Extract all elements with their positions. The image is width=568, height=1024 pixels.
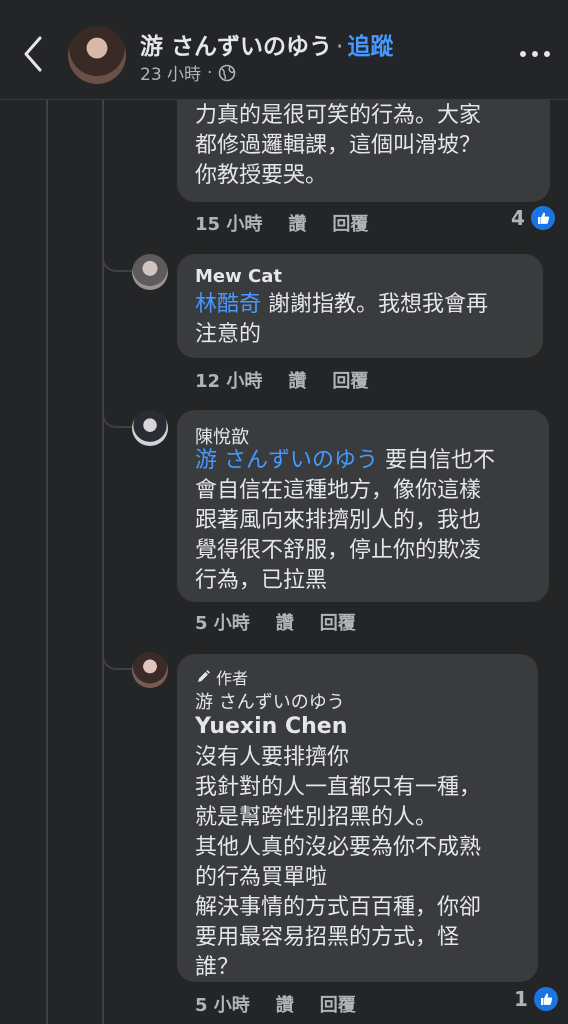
mention-link[interactable]: 游 さんずいのゆう <box>195 448 378 473</box>
author-avatar[interactable] <box>68 26 126 84</box>
separator-dot: · <box>336 34 344 60</box>
comment-author[interactable]: 游 さんずいのゆう <box>195 688 345 714</box>
author-name[interactable]: 游 さんずいのゆう <box>140 34 332 60</box>
comment-text: 沒有人要排擠你 我針對的人一直都只有一種， 就是幫跨性別招黑的人。 其他人真的沒… <box>195 745 482 980</box>
comment-actions: 5 小時 讚 回覆 <box>195 991 356 1017</box>
reply-button[interactable]: 回覆 <box>320 991 356 1017</box>
comment-text-rest: 會自信在這種地方，像你這樣 跟著風向來排擠別人的，我也 覺得很不舒服，停止你的欺… <box>195 478 482 593</box>
chevron-left-icon <box>24 36 42 72</box>
post-timestamp[interactable]: 23 小時 <box>140 60 201 85</box>
thread-elbow <box>102 398 132 428</box>
comment-actions: 12 小時 讚 回覆 <box>195 367 368 393</box>
back-button[interactable] <box>14 32 54 76</box>
reply-button[interactable]: 回覆 <box>320 609 356 635</box>
like-button[interactable]: 讚 <box>288 210 306 236</box>
separator-dot: · <box>207 62 213 83</box>
like-button[interactable]: 讚 <box>276 609 294 635</box>
reaction-count: 4 <box>511 206 525 230</box>
author-badge: 作者 <box>195 665 248 689</box>
thread-line-outer <box>46 100 48 1024</box>
comment-timestamp[interactable]: 5 小時 <box>195 609 250 635</box>
reaction-summary[interactable]: 4 <box>511 206 555 230</box>
pen-icon <box>198 670 210 682</box>
comment-text: 游 さんずいのゆう 要自信也不會自信在這種地方，像你這樣 跟著風向來排擠別人的，… <box>195 446 545 596</box>
follow-button[interactable]: 追蹤 <box>347 34 393 60</box>
thumbs-up-icon <box>533 987 558 1011</box>
more-options-button[interactable] <box>518 46 552 60</box>
post-meta: 23 小時 · <box>140 60 236 85</box>
reply-button[interactable]: 回覆 <box>332 367 368 393</box>
page-title: 游 さんずいのゆう · 追蹤 <box>140 27 393 61</box>
comment-timestamp[interactable]: 5 小時 <box>195 991 250 1017</box>
thumbs-up-icon <box>530 206 555 230</box>
comment-timestamp[interactable]: 12 小時 <box>195 367 262 393</box>
mention-link[interactable]: 林酷奇 <box>195 292 261 317</box>
comment-author[interactable]: Mew Cat <box>195 266 282 287</box>
reaction-count: 1 <box>514 987 528 1011</box>
comment-text-line1: 謝謝指教。我想我會再 <box>261 292 489 317</box>
comment-text-line1: 要自信也不 <box>378 448 495 473</box>
author-badge-label: 作者 <box>216 669 249 688</box>
globe-icon <box>219 64 236 81</box>
more-horizontal-icon <box>520 51 550 57</box>
like-button[interactable]: 讚 <box>276 991 294 1017</box>
tagged-user[interactable]: Yuexin Chen <box>195 714 347 739</box>
comment-text-rest: 注意的 <box>195 322 262 347</box>
post-header: 游 さんずいのゆう · 追蹤 23 小時 · <box>0 0 568 100</box>
reply-button[interactable]: 回覆 <box>332 210 368 236</box>
like-button[interactable]: 讚 <box>288 367 306 393</box>
comment-actions: 15 小時 讚 回覆 <box>195 210 368 236</box>
comment-text: 力真的是很可笑的行為。大家 都修過邏輯課，這個叫滑坡？ 你教授要哭。 <box>195 103 482 188</box>
reaction-summary[interactable]: 1 <box>514 987 558 1011</box>
thread-elbow <box>102 240 132 272</box>
comment-timestamp[interactable]: 15 小時 <box>195 210 262 236</box>
commenter-avatar[interactable] <box>132 410 168 446</box>
commenter-avatar[interactable] <box>132 254 168 290</box>
comment-actions: 5 小時 讚 回覆 <box>195 609 356 635</box>
thread-elbow <box>102 640 132 670</box>
comment-text: 林酷奇 謝謝指教。我想我會再注意的 <box>195 290 540 350</box>
thread-line-inner <box>102 100 104 1024</box>
commenter-avatar[interactable] <box>132 652 168 688</box>
